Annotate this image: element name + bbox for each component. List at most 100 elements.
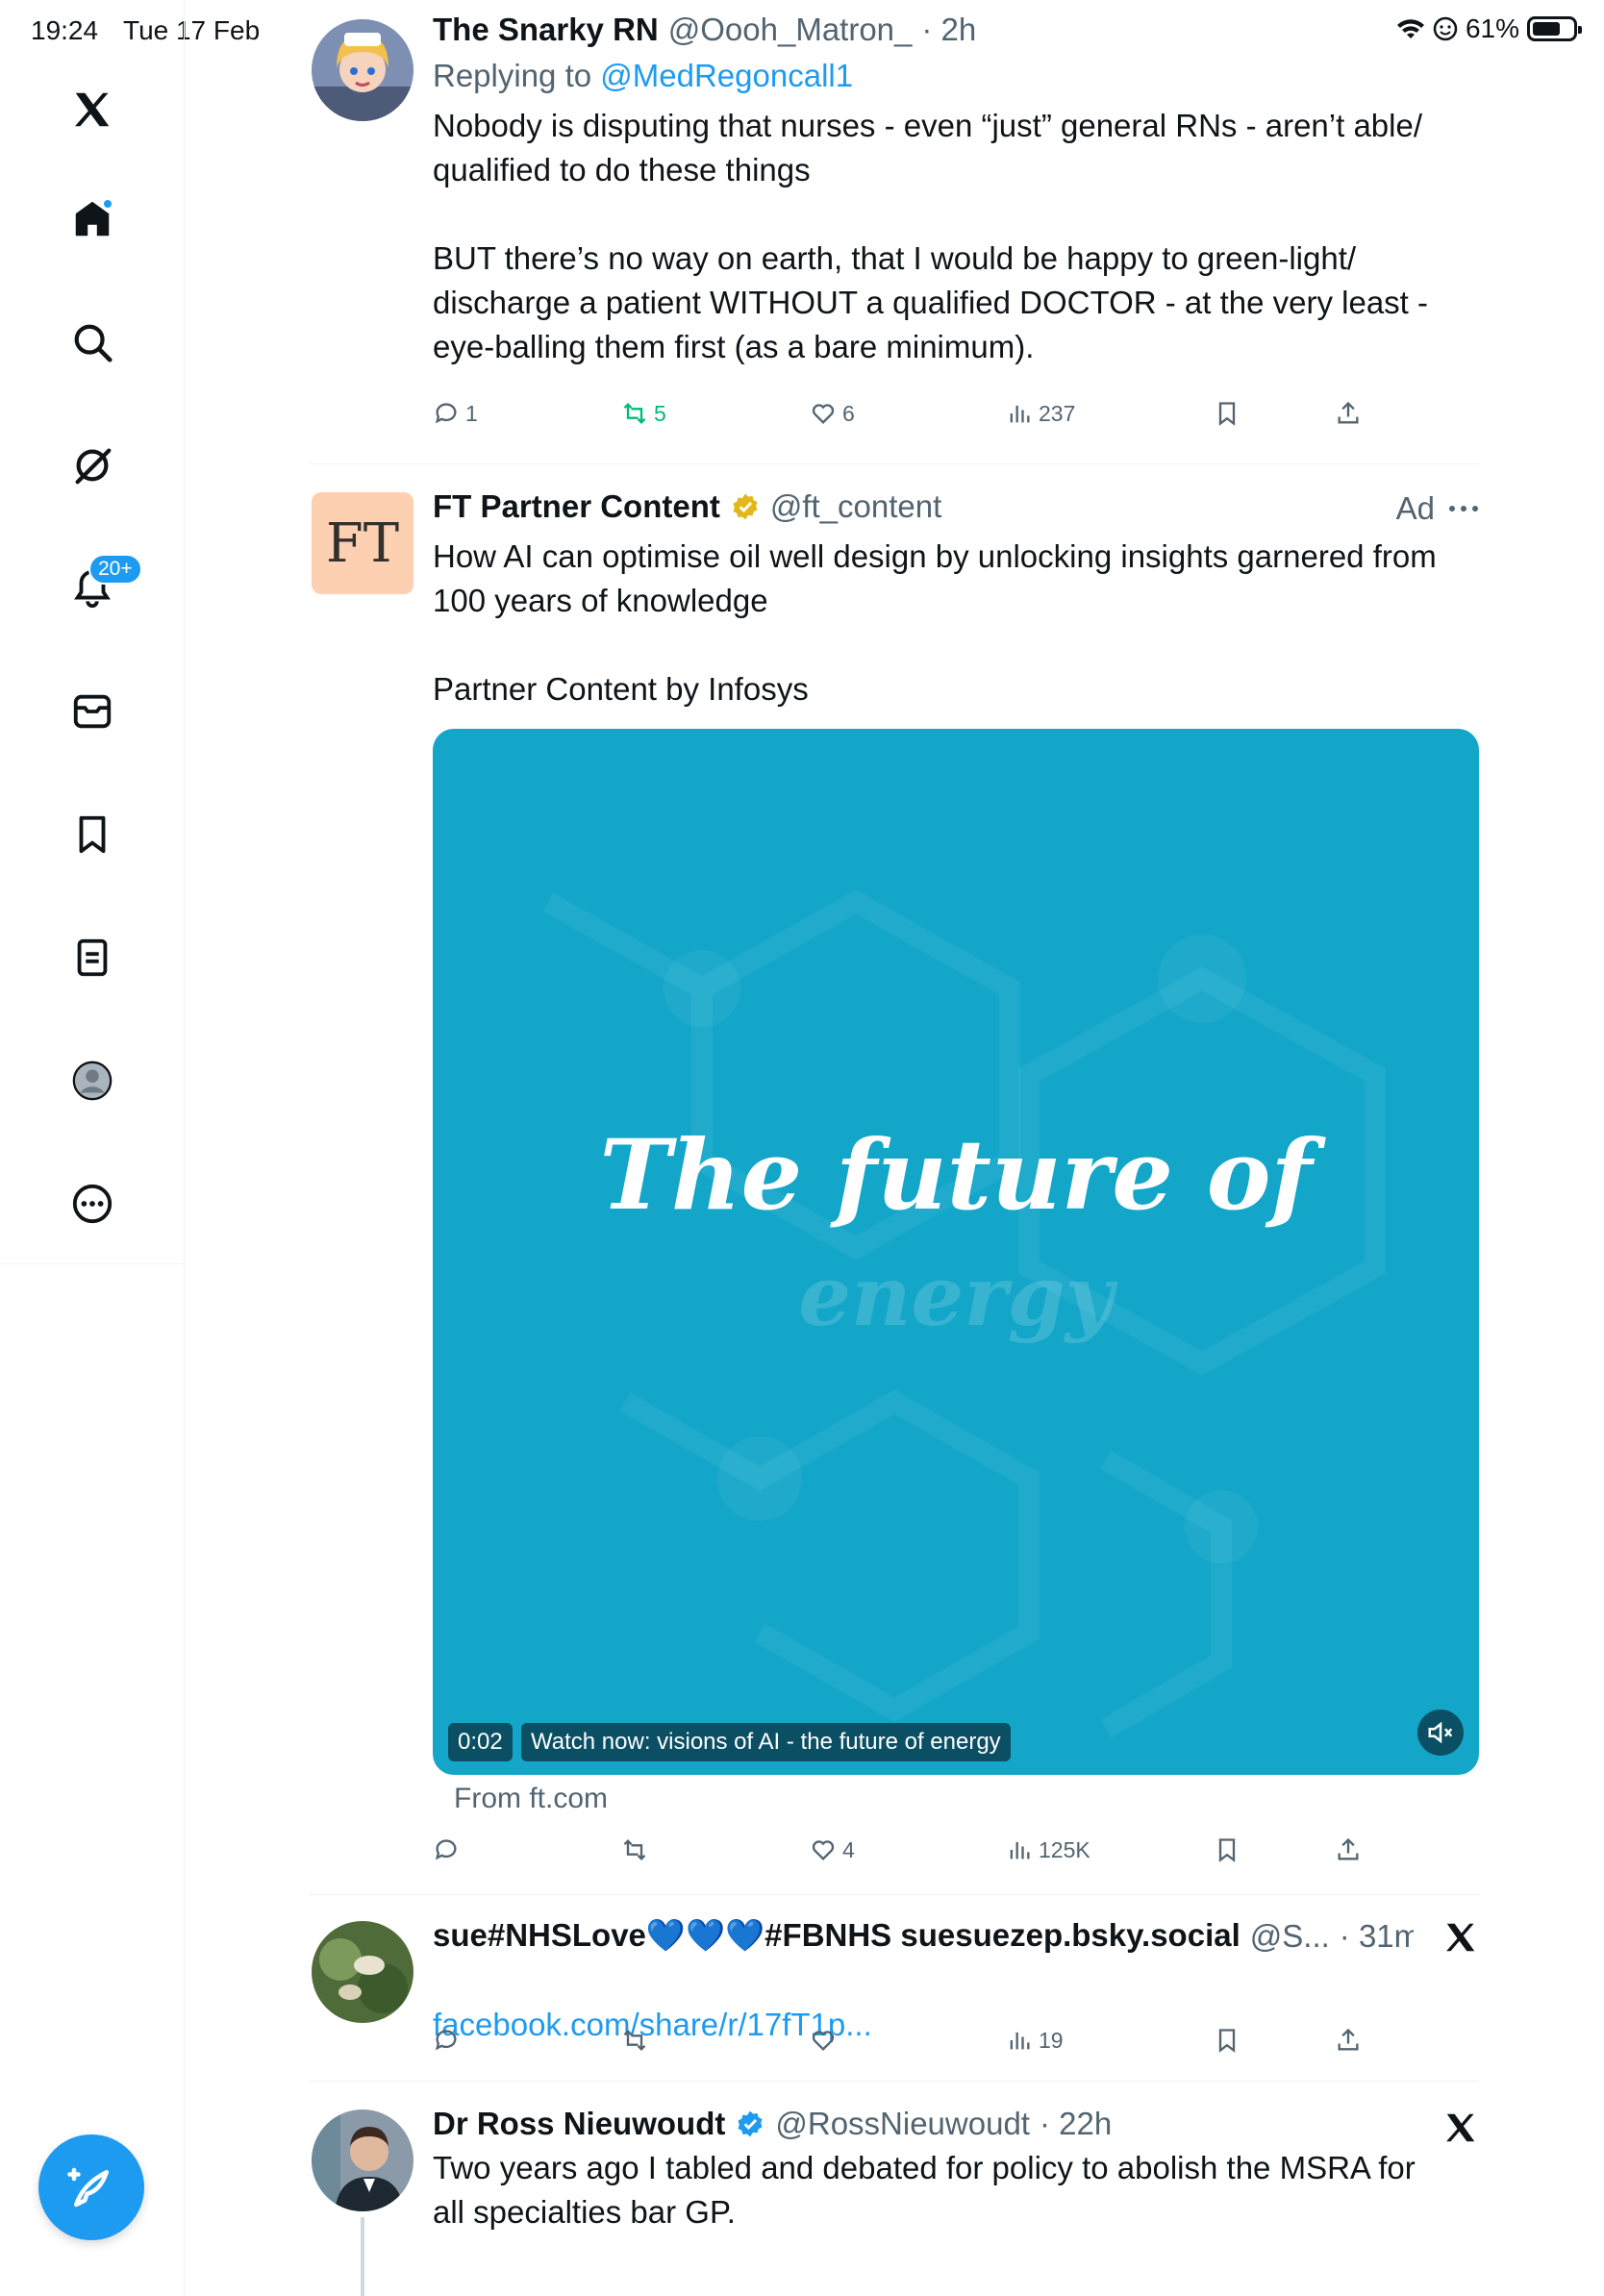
display-name[interactable]: The Snarky RN bbox=[433, 12, 659, 48]
timestamp[interactable]: · 31m bbox=[1340, 1918, 1414, 1955]
timestamp[interactable]: · 2h bbox=[921, 12, 976, 48]
heart-icon bbox=[812, 404, 835, 424]
blue-verified-icon bbox=[738, 2110, 763, 2137]
bookmark-button[interactable] bbox=[1214, 2027, 1241, 2054]
x-source-icon bbox=[1446, 2113, 1475, 2142]
views-button[interactable]: 237 bbox=[1006, 400, 1075, 427]
bookmarks-icon[interactable] bbox=[54, 796, 131, 873]
replying-to-label: Replying to bbox=[433, 58, 592, 93]
tweet-actions: 19 bbox=[433, 2027, 1479, 2065]
user-handle[interactable]: @RossNieuwoudt bbox=[775, 2106, 1030, 2142]
avatar[interactable] bbox=[312, 19, 414, 121]
timestamp[interactable]: · 22h bbox=[1040, 2106, 1112, 2142]
views-button[interactable]: 19 bbox=[1006, 2027, 1064, 2054]
retweet-icon bbox=[623, 2030, 646, 2051]
replying-to-link[interactable]: @MedRegoncall1 bbox=[600, 58, 853, 93]
notifications-badge: 20+ bbox=[88, 554, 142, 585]
x-logo-icon[interactable] bbox=[54, 71, 131, 148]
reply-icon bbox=[435, 1839, 457, 1860]
reply-icon bbox=[435, 403, 457, 424]
more-icon[interactable] bbox=[54, 1165, 131, 1242]
retweet-icon bbox=[623, 1839, 646, 1860]
video-caption[interactable]: Watch now: visions of AI - the future of… bbox=[521, 1723, 1011, 1761]
retweet-icon bbox=[623, 403, 646, 424]
tweet-divider bbox=[310, 2081, 1479, 2082]
tweet-body: FT Partner Content @ft_content How AI ca… bbox=[433, 488, 1479, 711]
tweet-actions: 4 125K bbox=[433, 1836, 1479, 1875]
messages-icon[interactable] bbox=[54, 673, 131, 750]
user-handle[interactable]: @S... bbox=[1250, 1918, 1330, 1955]
views-button[interactable]: 125K bbox=[1006, 1836, 1090, 1863]
user-handle[interactable]: @ft_content bbox=[770, 488, 941, 525]
share-button[interactable] bbox=[1335, 400, 1362, 427]
tweet-text: Nobody is disputing that nurses - even “… bbox=[433, 108, 1429, 364]
reply-icon bbox=[435, 2030, 457, 2051]
grok-icon[interactable] bbox=[54, 427, 131, 504]
ad-label: Ad bbox=[1395, 490, 1435, 526]
compose-icon bbox=[67, 2167, 109, 2208]
compose-button[interactable] bbox=[38, 2134, 144, 2240]
like-button[interactable] bbox=[810, 2027, 837, 2054]
like-count: 6 bbox=[842, 400, 855, 426]
notifications-icon[interactable]: 20+ bbox=[54, 550, 142, 627]
video-title: The future of bbox=[599, 1118, 1313, 1232]
like-button[interactable]: 4 bbox=[810, 1836, 855, 1863]
search-icon[interactable] bbox=[54, 304, 131, 381]
retweet-button[interactable] bbox=[621, 1836, 648, 1863]
reply-count: 1 bbox=[465, 400, 478, 426]
tweet-body: The Snarky RN @Oooh_Matron_ · 2h Replyin… bbox=[433, 12, 1479, 369]
share-icon bbox=[1338, 2028, 1359, 2051]
tweet-text: Two years ago I tabled and debated for p… bbox=[433, 2150, 1416, 2230]
home-new-dot bbox=[102, 198, 113, 210]
home-icon[interactable] bbox=[54, 181, 131, 258]
share-button[interactable] bbox=[1335, 1836, 1362, 1863]
heart-icon bbox=[812, 2031, 835, 2051]
reply-button[interactable] bbox=[433, 1836, 460, 1863]
share-button[interactable] bbox=[1335, 2027, 1362, 2054]
tweet-header: Dr Ross Nieuwoudt @RossNieuwoudt · 22h bbox=[433, 2106, 1479, 2142]
mute-button[interactable] bbox=[1417, 1710, 1464, 1756]
views-icon bbox=[1010, 405, 1030, 423]
like-count: 4 bbox=[842, 1836, 855, 1862]
avatar[interactable] bbox=[312, 1921, 414, 2023]
tweet-header: sue#NHSLove💙💙💙#FBNHS suesuezep.bsky.soci… bbox=[433, 1917, 1414, 1955]
retweet-button[interactable] bbox=[621, 2027, 648, 2054]
video-subtitle: energy bbox=[798, 1248, 1114, 1345]
reply-button[interactable] bbox=[433, 2027, 460, 2054]
bookmark-button[interactable] bbox=[1214, 400, 1241, 427]
views-icon bbox=[1010, 2032, 1030, 2050]
sidebar: 20+ bbox=[0, 0, 185, 2296]
more-options-icon[interactable] bbox=[1448, 504, 1479, 513]
bookmark-icon bbox=[1218, 402, 1236, 426]
tweet-divider bbox=[310, 463, 1479, 464]
muted-speaker-icon bbox=[1428, 1721, 1453, 1744]
tweet-header: The Snarky RN @Oooh_Matron_ · 2h bbox=[433, 12, 1479, 48]
like-button[interactable]: 6 bbox=[810, 400, 855, 427]
gold-verified-icon bbox=[733, 493, 758, 520]
display-name[interactable]: Dr Ross Nieuwoudt bbox=[433, 2106, 725, 2142]
bookmark-icon bbox=[1218, 1838, 1236, 1862]
tweet-actions: 1 5 6 237 bbox=[433, 400, 1479, 438]
retweet-count: 5 bbox=[654, 400, 666, 426]
display-name[interactable]: FT Partner Content bbox=[433, 488, 720, 525]
heart-icon bbox=[812, 1840, 835, 1860]
x-source-icon bbox=[1446, 1923, 1475, 1952]
tweet-divider bbox=[310, 1894, 1479, 1895]
lists-icon[interactable] bbox=[54, 919, 131, 996]
bookmark-button[interactable] bbox=[1214, 1836, 1241, 1863]
video-player[interactable]: The future of energy 0:02 Watch now: vis… bbox=[433, 729, 1479, 1775]
tweet-header: FT Partner Content @ft_content bbox=[433, 488, 1479, 525]
video-time: 0:02 bbox=[448, 1723, 513, 1761]
link-source[interactable]: From ft.com bbox=[454, 1783, 608, 1815]
profile-icon[interactable] bbox=[54, 1042, 131, 1119]
display-name[interactable]: sue#NHSLove💙💙💙#FBNHS suesuezep.bsky.soci… bbox=[433, 1917, 1241, 1955]
user-handle[interactable]: @Oooh_Matron_ bbox=[668, 12, 913, 48]
avatar[interactable] bbox=[312, 2109, 414, 2211]
replying-to: Replying to @MedRegoncall1 bbox=[433, 58, 1479, 94]
app-root: 19:24 Tue 17 Feb 61% 20+ The Snarky RN @… bbox=[0, 0, 1604, 2296]
bookmark-icon bbox=[1218, 2029, 1236, 2053]
reply-button[interactable]: 1 bbox=[433, 400, 478, 427]
thread-line bbox=[361, 2217, 364, 2296]
ft-avatar[interactable]: FT bbox=[312, 492, 414, 594]
retweet-button[interactable]: 5 bbox=[621, 400, 666, 427]
